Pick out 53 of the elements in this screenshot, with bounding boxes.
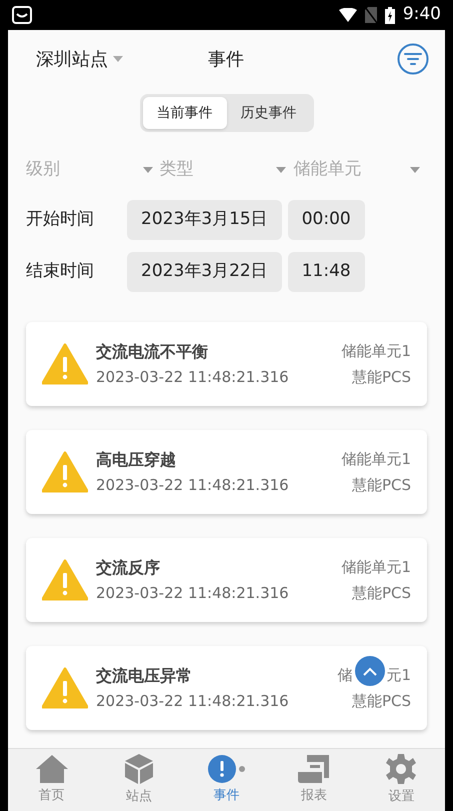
event-card[interactable]: 交流电流不平衡 2023-03-22 11:48:21.316 储能单元1 慧能PCS	[26, 322, 427, 406]
caret-icon	[112, 55, 124, 63]
page-title: 事件	[208, 48, 244, 72]
date-field[interactable]: 2023年3月15日	[127, 200, 282, 240]
report-icon	[296, 754, 331, 784]
event-title: 交流反序	[96, 556, 161, 579]
caret-icon	[142, 166, 154, 174]
unit-label: 元1	[386, 664, 411, 686]
alert-icon	[206, 754, 247, 784]
segment-tab[interactable]: 当前事件	[142, 97, 226, 129]
filter-icon[interactable]	[397, 43, 429, 75]
no-sim-icon	[364, 7, 377, 23]
time-field[interactable]: 00:00	[288, 200, 365, 240]
wifi-icon	[338, 8, 357, 22]
event-title: 高电压穿越	[96, 448, 177, 471]
scroll-top-button[interactable]	[355, 656, 385, 686]
home-icon	[34, 754, 69, 784]
event-timestamp: 2023-03-22 11:48:21.316	[96, 690, 290, 712]
unit-label: 储能单元1	[341, 340, 411, 362]
date-field[interactable]: 2023年3月22日	[127, 252, 282, 292]
device-label: 慧能PCS	[352, 583, 411, 604]
event-card[interactable]: 高电压穿越 2023-03-22 11:48:21.316 储能单元1 慧能PCS	[26, 430, 427, 514]
unit-label: 储能单元1	[341, 556, 411, 578]
warning-icon	[42, 559, 88, 601]
time-field[interactable]: 11:48	[288, 252, 365, 292]
device-label: 慧能PCS	[352, 367, 411, 388]
unit-label: 储	[337, 664, 352, 686]
warning-icon	[42, 451, 88, 493]
caret-icon	[409, 166, 422, 174]
time-label: 结束时间	[26, 260, 95, 284]
notification-icon	[12, 6, 32, 24]
nav-tab[interactable]: 事件	[182, 749, 270, 811]
device-label: 慧能PCS	[352, 691, 411, 712]
caret-icon	[275, 166, 288, 174]
battery-icon	[384, 6, 395, 24]
event-title: 交流电压异常	[96, 664, 193, 687]
event-card[interactable]: 交流电压异常 2023-03-22 11:48:21.316 储 元1 慧能PCS	[26, 646, 427, 730]
event-title: 交流电流不平衡	[96, 340, 209, 363]
warning-icon	[42, 667, 88, 709]
unit-label: 储能单元1	[341, 448, 411, 470]
event-card[interactable]: 交流反序 2023-03-22 11:48:21.316 储能单元1 慧能PCS	[26, 538, 427, 622]
cube-icon	[124, 753, 154, 786]
gear-icon	[385, 753, 418, 786]
clock: 9:40	[402, 3, 441, 26]
segment-tab[interactable]: 历史事件	[226, 97, 310, 129]
event-timestamp: 2023-03-22 11:48:21.316	[96, 366, 290, 388]
chevron-up-icon	[363, 666, 377, 676]
event-timestamp: 2023-03-22 11:48:21.316	[96, 474, 290, 496]
time-label: 开始时间	[26, 208, 95, 232]
device-label: 慧能PCS	[352, 475, 411, 496]
warning-icon	[42, 343, 88, 385]
site-dropdown[interactable]: 深圳站点	[36, 46, 124, 72]
event-timestamp: 2023-03-22 11:48:21.316	[96, 582, 290, 604]
